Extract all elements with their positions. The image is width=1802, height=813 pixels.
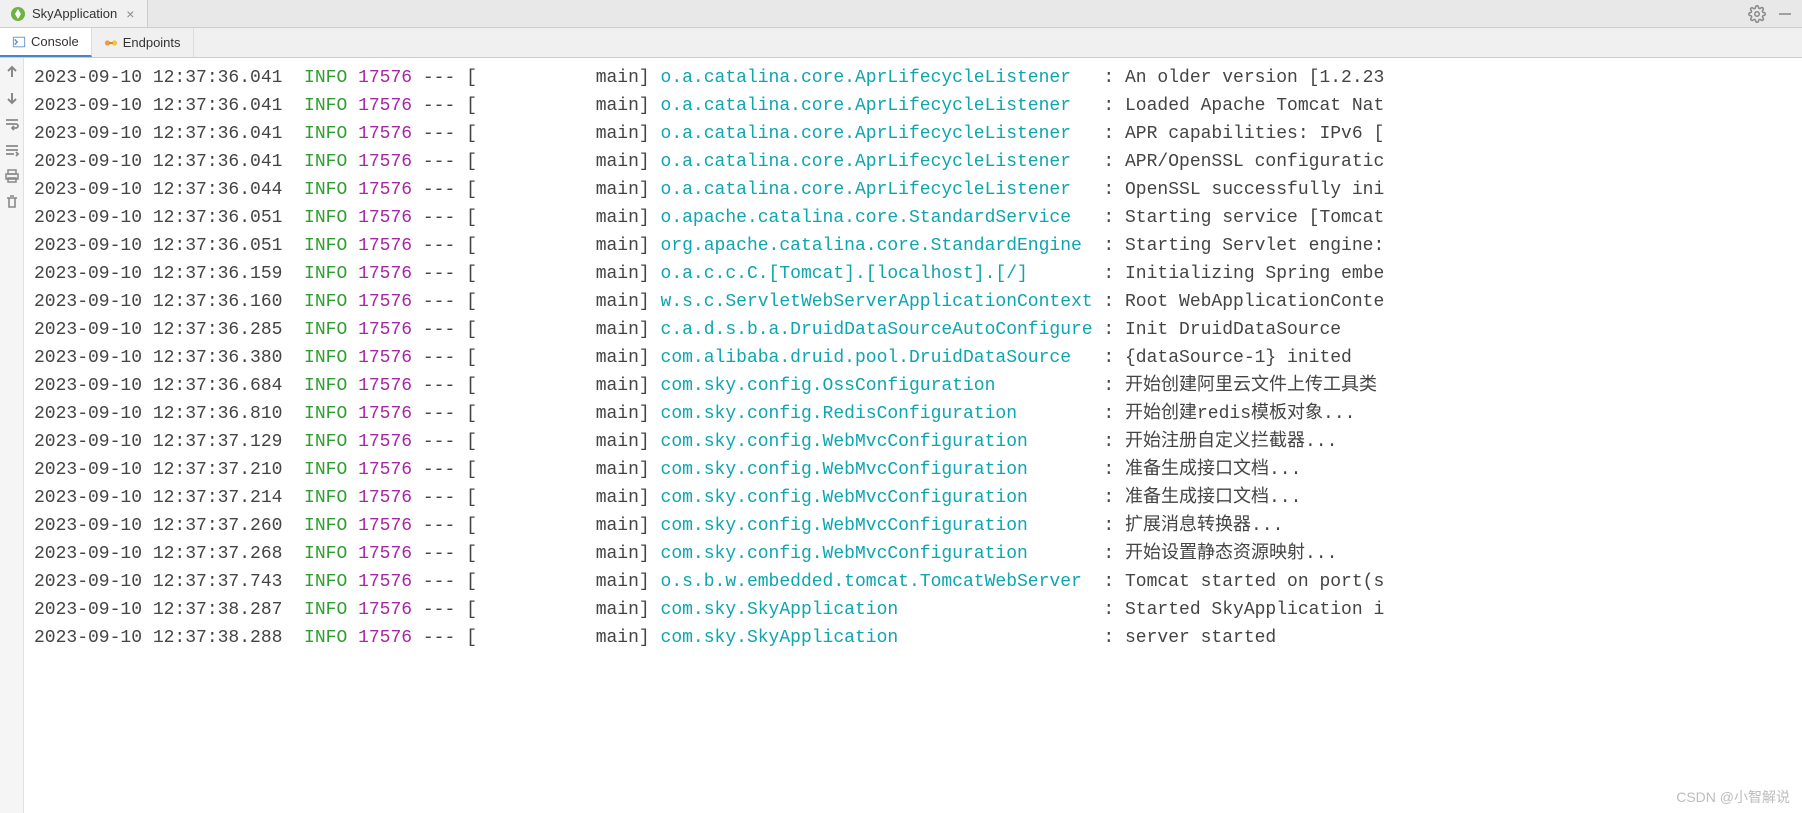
endpoints-icon xyxy=(104,36,118,50)
run-config-tab-bar: SkyApplication × xyxy=(0,0,1802,28)
print-icon[interactable] xyxy=(4,168,20,184)
log-line: 2023-09-10 12:37:36.285 INFO 17576 --- [… xyxy=(34,316,1792,344)
run-config-tab-title: SkyApplication xyxy=(32,6,117,21)
watermark: CSDN @小智解说 xyxy=(1676,787,1790,807)
log-line: 2023-09-10 12:37:36.159 INFO 17576 --- [… xyxy=(34,260,1792,288)
clear-icon[interactable] xyxy=(4,194,20,210)
log-line: 2023-09-10 12:37:37.743 INFO 17576 --- [… xyxy=(34,568,1792,596)
log-line: 2023-09-10 12:37:37.129 INFO 17576 --- [… xyxy=(34,428,1792,456)
scroll-to-end-icon[interactable] xyxy=(4,142,20,158)
log-line: 2023-09-10 12:37:36.380 INFO 17576 --- [… xyxy=(34,344,1792,372)
tool-window-tabs: Console Endpoints xyxy=(0,28,1802,58)
log-line: 2023-09-10 12:37:38.287 INFO 17576 --- [… xyxy=(34,596,1792,624)
log-line: 2023-09-10 12:37:36.051 INFO 17576 --- [… xyxy=(34,232,1792,260)
log-line: 2023-09-10 12:37:36.041 INFO 17576 --- [… xyxy=(34,92,1792,120)
soft-wrap-icon[interactable] xyxy=(4,116,20,132)
log-line: 2023-09-10 12:37:38.288 INFO 17576 --- [… xyxy=(34,624,1792,652)
log-line: 2023-09-10 12:37:37.268 INFO 17576 --- [… xyxy=(34,540,1792,568)
log-line: 2023-09-10 12:37:36.051 INFO 17576 --- [… xyxy=(34,204,1792,232)
log-line: 2023-09-10 12:37:36.810 INFO 17576 --- [… xyxy=(34,400,1792,428)
tab-endpoints[interactable]: Endpoints xyxy=(92,28,194,57)
log-line: 2023-09-10 12:37:37.260 INFO 17576 --- [… xyxy=(34,512,1792,540)
scroll-down-icon[interactable] xyxy=(4,90,20,106)
tab-label: Endpoints xyxy=(123,35,181,50)
scroll-up-icon[interactable] xyxy=(4,64,20,80)
log-line: 2023-09-10 12:37:36.160 INFO 17576 --- [… xyxy=(34,288,1792,316)
console-gutter xyxy=(0,58,24,813)
log-line: 2023-09-10 12:37:37.210 INFO 17576 --- [… xyxy=(34,456,1792,484)
top-actions xyxy=(1748,5,1802,23)
log-line: 2023-09-10 12:37:36.684 INFO 17576 --- [… xyxy=(34,372,1792,400)
gear-icon[interactable] xyxy=(1748,5,1766,23)
console-log[interactable]: 2023-09-10 12:37:36.041 INFO 17576 --- [… xyxy=(24,58,1802,813)
log-line: 2023-09-10 12:37:36.041 INFO 17576 --- [… xyxy=(34,64,1792,92)
log-line: 2023-09-10 12:37:36.041 INFO 17576 --- [… xyxy=(34,120,1792,148)
log-line: 2023-09-10 12:37:37.214 INFO 17576 --- [… xyxy=(34,484,1792,512)
console-icon xyxy=(12,35,26,49)
content-area: 2023-09-10 12:37:36.041 INFO 17576 --- [… xyxy=(0,58,1802,813)
tab-console[interactable]: Console xyxy=(0,28,92,57)
tab-label: Console xyxy=(31,34,79,49)
minimize-icon[interactable] xyxy=(1776,5,1794,23)
log-line: 2023-09-10 12:37:36.041 INFO 17576 --- [… xyxy=(34,148,1792,176)
close-tab-icon[interactable]: × xyxy=(123,6,137,22)
spring-boot-icon xyxy=(10,6,26,22)
log-line: 2023-09-10 12:37:36.044 INFO 17576 --- [… xyxy=(34,176,1792,204)
run-config-tab[interactable]: SkyApplication × xyxy=(0,0,148,27)
